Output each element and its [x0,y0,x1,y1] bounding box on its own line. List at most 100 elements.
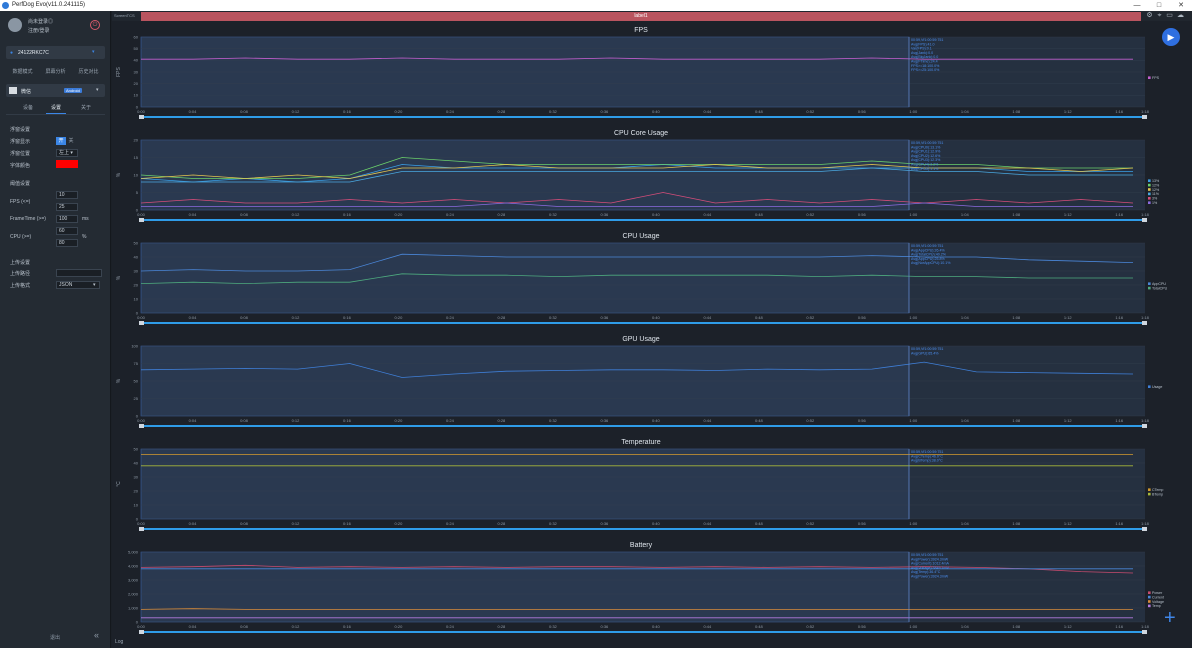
x-tick-label: 0:52 [806,109,815,114]
log-toggle[interactable]: Log [115,639,123,645]
maximize-button[interactable]: □ [1148,0,1170,11]
x-tick-label: 0:12 [292,315,301,320]
x-tick-label: 0:20 [395,212,404,217]
gpu-usage-chart[interactable]: 0255075100%0:00 0:04 0:08 0:12 0:16 0:20 0:24 0… [112,334,1192,434]
logout-link[interactable]: 退出 [50,634,60,641]
avatar[interactable] [8,18,22,32]
y-tick-label: 40 [134,460,139,465]
x-tick-label: 0:28 [498,212,507,217]
cpu-threshold-high[interactable]: 80 [56,239,78,247]
tab-device[interactable]: 设备 [18,103,38,114]
fps-chart[interactable]: 0102030405060FPS0:00 0:04 0:08 0:12 0:16 0:20… [112,25,1192,125]
float-on-toggle[interactable]: 开 [56,137,66,145]
temperature-chart[interactable]: 01020304050°C0:00 0:04 0:08 0:12 0:16 0:20 0:2… [112,437,1192,537]
scroll-handle-left[interactable] [139,424,144,428]
power-icon[interactable]: ⏻ [90,20,100,30]
scroll-handle-right[interactable] [1142,321,1147,325]
y-axis-label: °C [116,481,122,487]
x-tick-label: 0:32 [549,109,558,114]
upload-path-input[interactable] [56,269,102,277]
scroll-handle-left[interactable] [139,527,144,531]
tab-about[interactable]: 关于 [76,103,96,114]
close-button[interactable]: ✕ [1170,0,1192,11]
legend-label: CTemp [1152,488,1163,492]
x-tick-label: 0:08 [240,624,249,629]
chevron-down-icon: ▾ [96,87,99,93]
scroll-handle-right[interactable] [1142,115,1147,119]
cpu-usage-chart[interactable]: 01020304050%0:00 0:04 0:08 0:12 0:16 0:20 0:24… [112,231,1192,331]
scroll-handle-right[interactable] [1142,630,1147,634]
selection-region [140,242,910,314]
scroll-handle-right[interactable] [1142,424,1147,428]
y-tick-label: 5,000 [128,549,139,554]
font-color-swatch[interactable] [56,160,78,168]
x-tick-label: 1:00 [909,418,918,423]
y-tick-label: 2,000 [128,591,139,596]
y-axis-label: % [116,378,122,383]
scroll-handle-left[interactable] [139,218,144,222]
settings-icon[interactable]: ⚙ [1145,12,1154,20]
cpu-threshold-low[interactable]: 60 [56,227,78,235]
login-link[interactable]: 注册/登录 [28,27,49,34]
time-scrollbar[interactable] [141,425,1145,427]
float-section-title: 浮窗设置 [10,127,31,133]
tab-screen-analysis[interactable]: 屏幕分析 [39,66,72,78]
device-selector[interactable]: ● 24122RKC7C ▾ [6,46,105,59]
legend-swatch [1148,183,1151,187]
x-tick-label: 0:20 [395,521,404,526]
time-scrollbar[interactable] [141,322,1145,324]
scroll-handle-right[interactable] [1142,218,1147,222]
tab-screen-tcs[interactable]: ScreenTCS [114,12,135,20]
legend-swatch [1148,604,1151,608]
cpu-core-usage-chart[interactable]: 05101520%0:00 0:04 0:08 0:12 0:16 0:20 0:24 0:2… [112,128,1192,228]
app-selector[interactable]: 微信 Android ▾ [6,84,105,97]
scroll-handle-left[interactable] [139,630,144,634]
y-tick-label: 30 [134,268,139,273]
x-tick-label: 0:52 [806,624,815,629]
collapse-sidebar-icon[interactable]: « [94,630,99,640]
y-tick-label: 4,000 [128,563,139,568]
float-position-select[interactable]: 左上 ▾ [56,149,78,157]
minimize-button[interactable]: — [1126,0,1148,11]
upload-section-title: 上传设置 [10,260,31,266]
frametime-threshold-input[interactable]: 100 [56,215,78,223]
x-tick-label: 0:44 [703,624,712,629]
folder-icon[interactable]: ▭ [1165,12,1174,20]
tab-data-mode[interactable]: 数据模式 [6,66,39,78]
selection-region [140,551,910,623]
battery-chart[interactable]: 01,0002,0003,0004,0005,0000:00 0:04 0:08 0:… [112,540,1192,640]
fps-threshold-high[interactable]: 25 [56,203,78,211]
x-tick-label: 0:28 [498,624,507,629]
x-tick-label: 1:18 [1141,109,1150,114]
fps-threshold-low[interactable]: 10 [56,191,78,199]
location-icon[interactable]: ⌖ [1155,12,1164,20]
y-tick-label: 20 [134,488,139,493]
stat-line: Avg(GPU):65.4% [911,351,939,355]
x-tick-label: 0:24 [446,624,455,629]
scroll-handle-right[interactable] [1142,527,1147,531]
x-tick-label: 1:16 [1115,624,1124,629]
cloud-icon[interactable]: ☁ [1176,12,1185,20]
x-tick-label: 1:08 [1012,212,1021,217]
time-scrollbar[interactable] [141,631,1145,633]
tab-settings[interactable]: 设置 [46,103,66,114]
add-chart-button[interactable]: + [1164,608,1176,628]
scroll-handle-left[interactable] [139,115,144,119]
y-axis-label: % [116,275,122,280]
time-scrollbar[interactable] [141,528,1145,530]
legend-swatch [1148,76,1151,79]
x-tick-label: 0:28 [498,521,507,526]
x-tick-label: 1:16 [1115,418,1124,423]
legend-swatch [1148,595,1151,599]
legend-swatch [1148,286,1151,290]
time-scrollbar[interactable] [141,116,1145,118]
float-off-toggle[interactable]: 关 [66,137,76,145]
title-bar: PerfDog Evo(v11.0.241115) — □ ✕ [0,0,1192,11]
x-tick-label: 0:12 [292,212,301,217]
x-tick-label: 0:08 [240,521,249,526]
tab-history-compare[interactable]: 历史对比 [72,66,105,78]
selection-region [140,448,910,520]
scroll-handle-left[interactable] [139,321,144,325]
time-scrollbar[interactable] [141,219,1145,221]
tab-label1[interactable]: label1 [141,12,1141,21]
